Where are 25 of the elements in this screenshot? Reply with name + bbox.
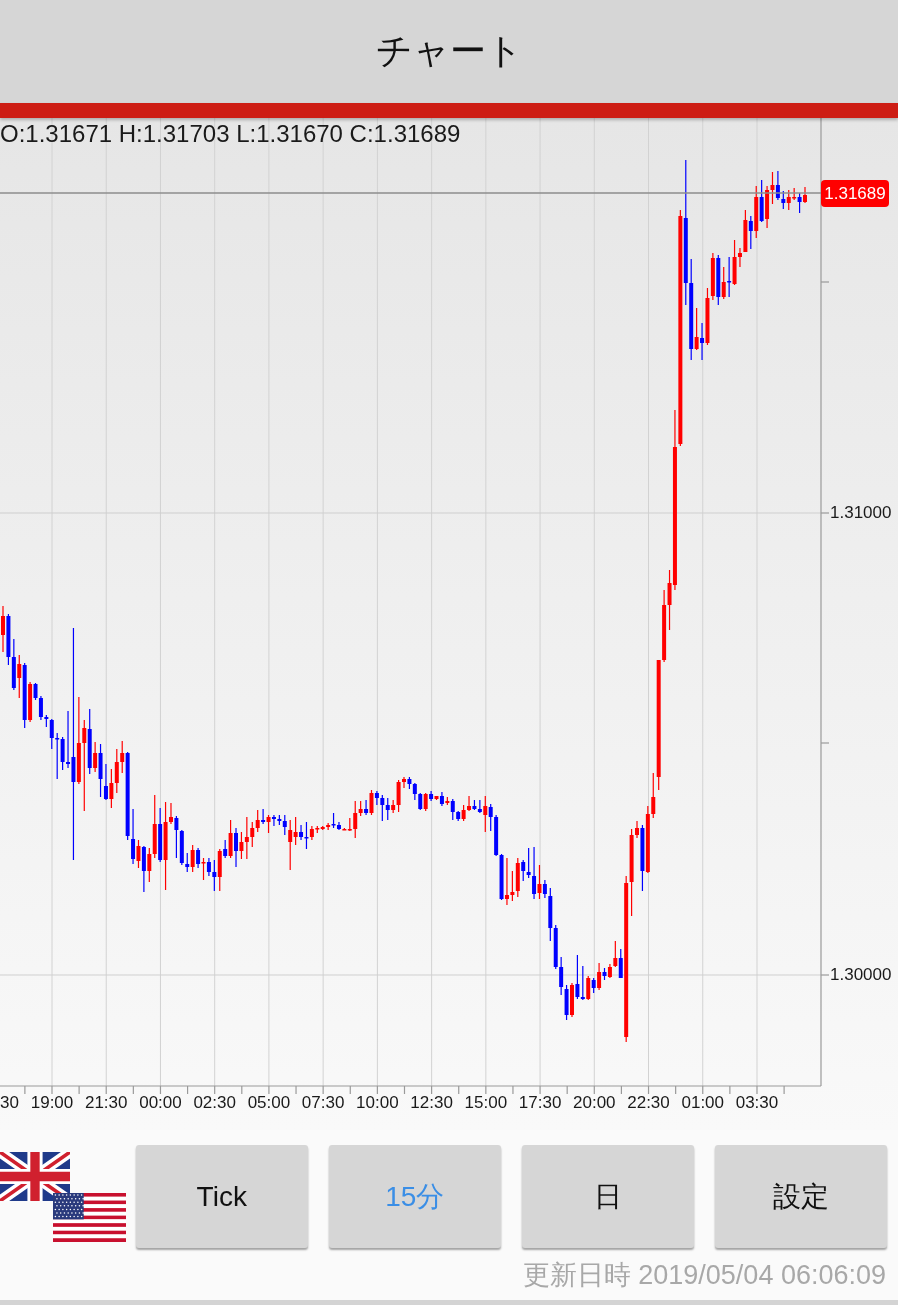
screen-title: チャート <box>375 29 523 73</box>
ohlc-readout: O:1.31671 H:1.31703 L:1.31670 C:1.31689 <box>0 120 461 148</box>
x-axis-label: 30 <box>0 1093 19 1113</box>
x-axis-label: 15:00 <box>464 1093 508 1113</box>
x-axis-label: 19:00 <box>30 1093 74 1113</box>
x-axis-label: 20:00 <box>573 1093 616 1113</box>
x-axis-label: 07:30 <box>301 1093 345 1113</box>
x-axis-label: 00:00 <box>139 1093 182 1113</box>
current-price-label: 1.31689 <box>821 180 889 207</box>
y-axis-label: 1.31000 <box>830 503 892 523</box>
x-axis-label: 22:30 <box>627 1093 670 1113</box>
last-updated-text: 更新日時 2019/05/04 06:06:09 <box>521 1259 887 1292</box>
x-axis-label: 05:00 <box>247 1093 291 1113</box>
x-axis-label: 03:30 <box>735 1093 779 1113</box>
x-axis-label: 01:00 <box>681 1093 724 1113</box>
timeframe-button[interactable]: Tick <box>136 1145 308 1248</box>
timeframe-button[interactable]: 日 <box>522 1145 694 1248</box>
x-axis-label: 17:30 <box>518 1093 562 1113</box>
settings-button[interactable]: 設定 <box>715 1145 887 1248</box>
x-axis-label: 02:30 <box>193 1093 236 1113</box>
x-axis-label: 21:30 <box>84 1093 128 1113</box>
y-axis-label: 1.30000 <box>830 965 892 985</box>
x-axis-label: 10:00 <box>356 1093 399 1113</box>
x-axis-label: 12:30 <box>410 1093 453 1113</box>
us-flag-icon <box>53 1193 126 1242</box>
